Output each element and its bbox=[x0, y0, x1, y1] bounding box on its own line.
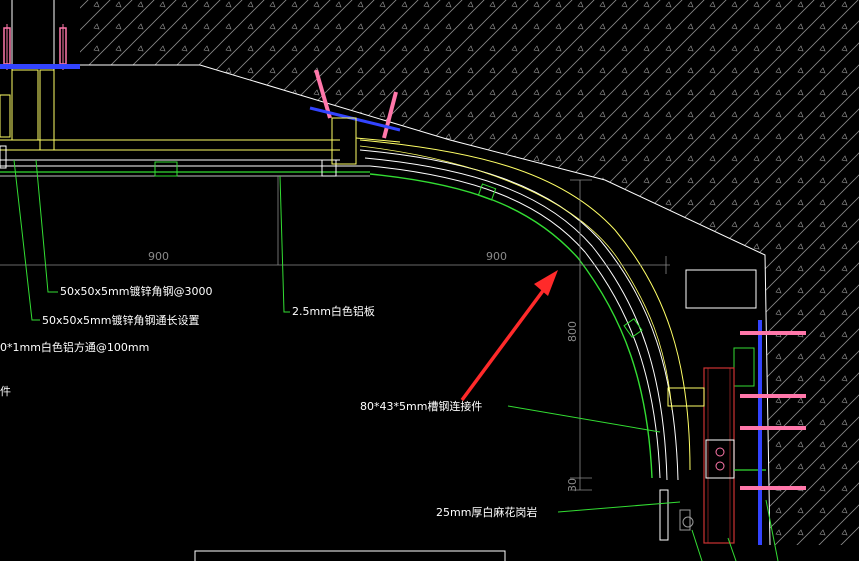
label-aluminum-plate: 2.5mm白色铝板 bbox=[292, 304, 375, 318]
dim-height-800: 800 bbox=[566, 321, 579, 342]
cad-drawing: 900 900 800 30 50x50x5mm镀锌角钢@3000 50x50x… bbox=[0, 0, 859, 561]
label-granite: 25mm厚白麻花岗岩 bbox=[436, 505, 537, 519]
curve-outer-white bbox=[359, 149, 679, 481]
right-wall-box bbox=[667, 269, 766, 544]
leader-lines bbox=[13, 159, 779, 561]
ceiling-plate bbox=[0, 145, 370, 177]
label-angle-steel: 50x50x5mm镀锌角钢@3000 bbox=[60, 284, 212, 298]
bottom-frame bbox=[194, 550, 506, 561]
concrete-hatch bbox=[80, 0, 859, 545]
label-angle-steel-long: 50x50x5mm镀锌角钢通长设置 bbox=[42, 313, 199, 327]
dim-bottom-30: 30 bbox=[566, 478, 579, 492]
dim-right-900: 900 bbox=[486, 250, 507, 263]
red-arrow bbox=[460, 270, 558, 402]
dim-left-900: 900 bbox=[148, 250, 169, 263]
curve-mid-white bbox=[364, 157, 668, 481]
curve-inner-green bbox=[369, 173, 653, 479]
label-left-edge-char: 件 bbox=[0, 385, 11, 398]
bottom-fixings bbox=[659, 489, 694, 541]
label-steel-connector: 80*43*5mm槽钢连接件 bbox=[360, 400, 482, 413]
label-alu-square-tube: 0*1mm白色铝方通@100mm bbox=[0, 340, 149, 354]
